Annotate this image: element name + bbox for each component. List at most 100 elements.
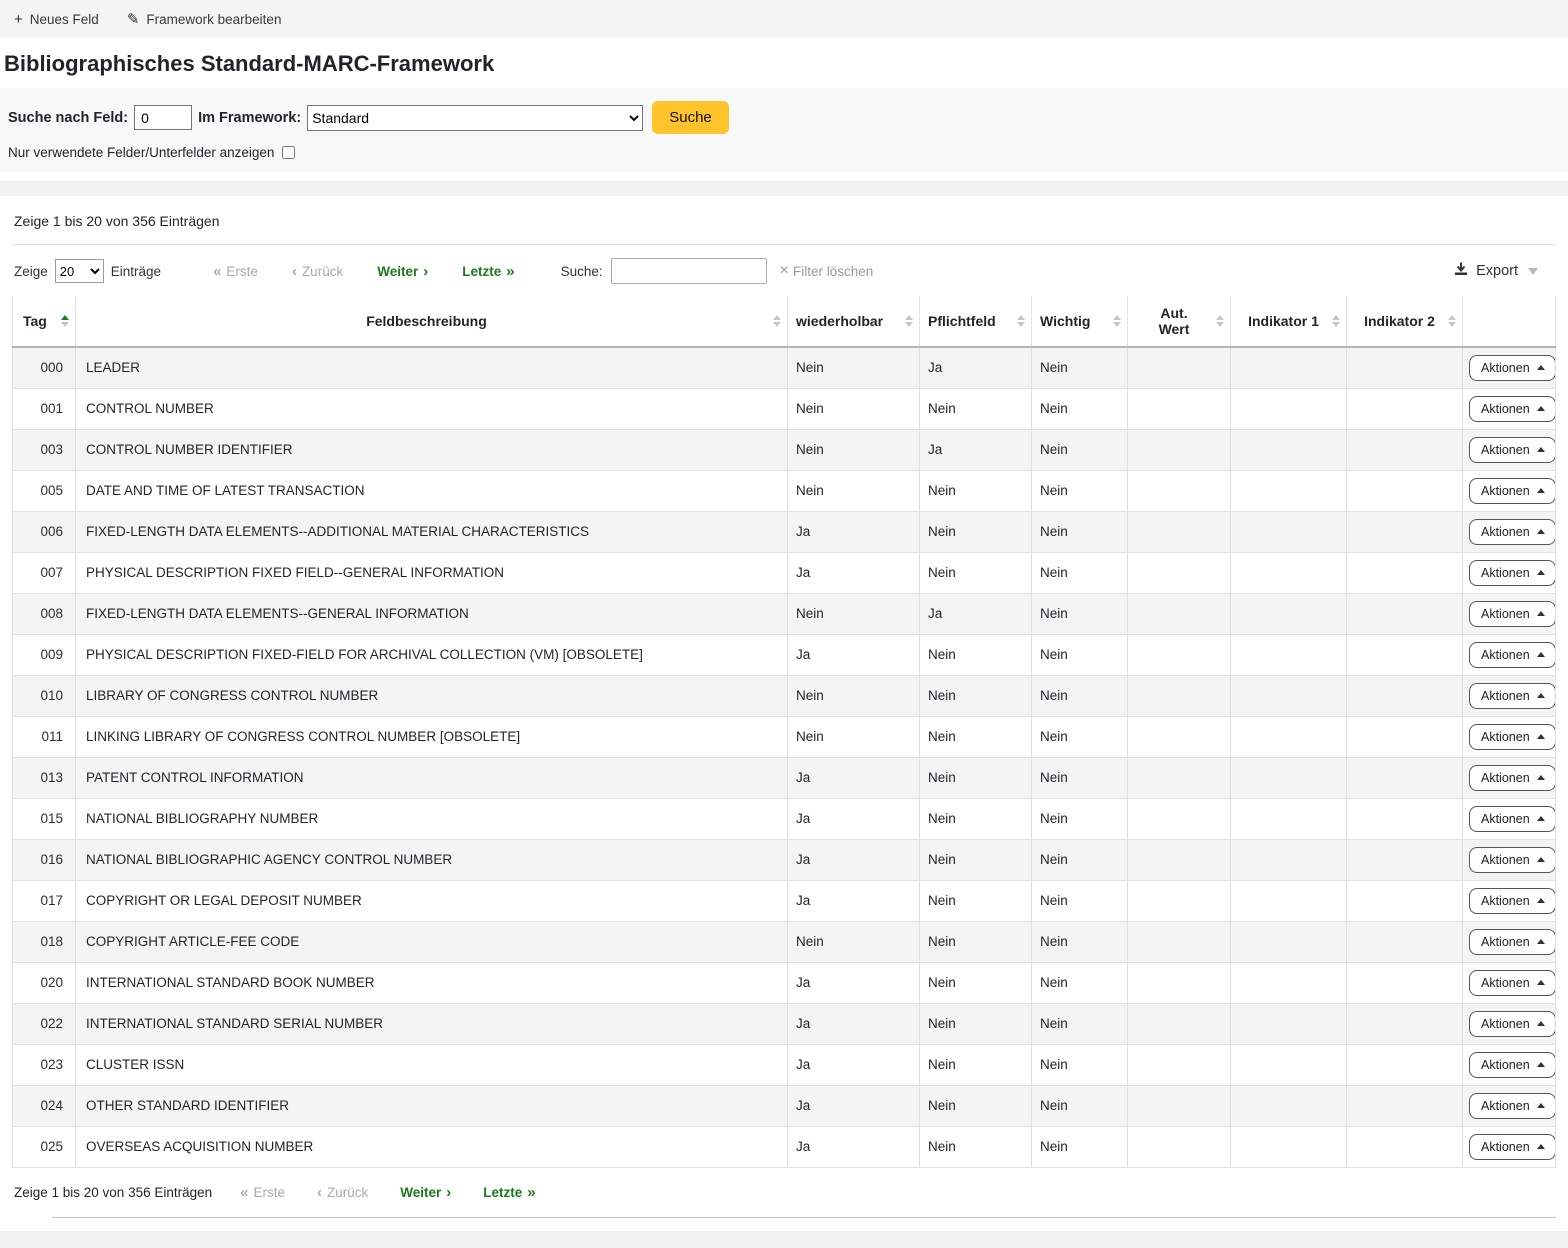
- next-page-button[interactable]: Weiter ›: [377, 263, 428, 280]
- aktionen-label: Aktionen: [1481, 812, 1530, 826]
- aktionen-button[interactable]: Aktionen: [1469, 1134, 1556, 1160]
- column-header-description[interactable]: Feldbeschreibung: [76, 296, 788, 347]
- important-cell: Nein: [1032, 716, 1128, 757]
- aktionen-button[interactable]: Aktionen: [1469, 437, 1556, 463]
- authorized-value-cell: [1128, 470, 1231, 511]
- aktionen-button[interactable]: Aktionen: [1469, 642, 1556, 668]
- search-field-input[interactable]: [134, 105, 192, 130]
- first-page-button[interactable]: « Erste: [240, 1184, 285, 1201]
- indicator1-cell: [1231, 429, 1347, 470]
- description-cell: LEADER: [76, 347, 788, 388]
- aktionen-button[interactable]: Aktionen: [1469, 478, 1556, 504]
- indicator2-cell: [1347, 798, 1463, 839]
- aktionen-button[interactable]: Aktionen: [1469, 970, 1556, 996]
- framework-select[interactable]: Standard: [307, 105, 643, 131]
- mandatory-cell: Nein: [920, 962, 1032, 1003]
- column-header-indicator1[interactable]: Indikator 1: [1231, 296, 1347, 347]
- last-page-button[interactable]: Letzte »: [462, 263, 514, 280]
- previous-page-button[interactable]: ‹ Zurück: [317, 1184, 368, 1201]
- authorized-value-cell: [1128, 839, 1231, 880]
- table-row: 000LEADERNeinJaNeinAktionen: [13, 347, 1556, 388]
- sort-icon: [1216, 315, 1224, 327]
- edit-framework-button[interactable]: ✎ Framework bearbeiten: [127, 10, 282, 28]
- description-cell: INTERNATIONAL STANDARD SERIAL NUMBER: [76, 1003, 788, 1044]
- sort-icon: [1332, 315, 1340, 327]
- page-title: Bibliographisches Standard-MARC-Framewor…: [0, 38, 1568, 88]
- description-cell: CLUSTER ISSN: [76, 1044, 788, 1085]
- aktionen-button[interactable]: Aktionen: [1469, 355, 1556, 381]
- aktionen-button[interactable]: Aktionen: [1469, 724, 1556, 750]
- column-header-indicator2[interactable]: Indikator 2: [1347, 296, 1463, 347]
- important-cell: Nein: [1032, 921, 1128, 962]
- indicator1-cell: [1231, 921, 1347, 962]
- clear-filter-button[interactable]: × Filter löschen: [780, 263, 874, 279]
- indicator2-cell: [1347, 347, 1463, 388]
- table-header-row: Tag Feldbeschreibung wiederholbar Pflich…: [13, 296, 1556, 347]
- description-cell: DATE AND TIME OF LATEST TRANSACTION: [76, 470, 788, 511]
- column-header-mandatory[interactable]: Pflichtfeld: [920, 296, 1032, 347]
- authorized-value-cell: [1128, 798, 1231, 839]
- aktionen-button[interactable]: Aktionen: [1469, 1093, 1556, 1119]
- search-field-label: Suche nach Feld:: [8, 110, 128, 126]
- repeatable-cell: Ja: [788, 839, 920, 880]
- column-header-important[interactable]: Wichtig: [1032, 296, 1128, 347]
- column-header-repeatable[interactable]: wiederholbar: [788, 296, 920, 347]
- next-page-button[interactable]: Weiter ›: [400, 1184, 451, 1201]
- pagination-bottom: « Erste ‹ Zurück Weiter › Letzte »: [240, 1184, 536, 1201]
- actions-cell: Aktionen: [1463, 1126, 1556, 1167]
- aktionen-button[interactable]: Aktionen: [1469, 765, 1556, 791]
- search-submit-button[interactable]: Suche: [652, 101, 729, 134]
- export-button[interactable]: Export: [1453, 261, 1556, 281]
- previous-page-button[interactable]: ‹ Zurück: [292, 263, 343, 280]
- aktionen-button[interactable]: Aktionen: [1469, 519, 1556, 545]
- mandatory-cell: Nein: [920, 1126, 1032, 1167]
- tag-cell: 001: [13, 388, 76, 429]
- indicator2-cell: [1347, 1044, 1463, 1085]
- page-length-select[interactable]: 20: [55, 259, 104, 283]
- column-header-tag[interactable]: Tag: [13, 296, 76, 347]
- aktionen-button[interactable]: Aktionen: [1469, 601, 1556, 627]
- filter-search-label: Suche:: [561, 264, 603, 279]
- entries-label: Einträge: [111, 264, 161, 279]
- aktionen-button[interactable]: Aktionen: [1469, 560, 1556, 586]
- used-fields-checkbox[interactable]: [282, 146, 295, 159]
- mandatory-cell: Nein: [920, 757, 1032, 798]
- authorized-value-cell: [1128, 1126, 1231, 1167]
- tag-cell: 010: [13, 675, 76, 716]
- table-row: 017COPYRIGHT OR LEGAL DEPOSIT NUMBERJaNe…: [13, 880, 1556, 921]
- important-cell: Nein: [1032, 593, 1128, 634]
- caret-up-icon: [1537, 529, 1545, 534]
- aktionen-label: Aktionen: [1481, 771, 1530, 785]
- table-row: 011LINKING LIBRARY OF CONGRESS CONTROL N…: [13, 716, 1556, 757]
- indicator1-cell: [1231, 593, 1347, 634]
- pagination-top: « Erste ‹ Zurück Weiter › Letzte »: [213, 263, 515, 280]
- new-field-button[interactable]: + Neues Feld: [14, 11, 99, 28]
- indicator1-cell: [1231, 839, 1347, 880]
- aktionen-label: Aktionen: [1481, 484, 1530, 498]
- mandatory-cell: Nein: [920, 675, 1032, 716]
- indicator1-cell: [1231, 634, 1347, 675]
- download-icon: [1453, 261, 1469, 281]
- tag-cell: 024: [13, 1085, 76, 1126]
- aktionen-button[interactable]: Aktionen: [1469, 396, 1556, 422]
- repeatable-cell: Ja: [788, 962, 920, 1003]
- aktionen-label: Aktionen: [1481, 566, 1530, 580]
- table-row: 018COPYRIGHT ARTICLE-FEE CODENeinNeinNei…: [13, 921, 1556, 962]
- aktionen-button[interactable]: Aktionen: [1469, 847, 1556, 873]
- aktionen-button[interactable]: Aktionen: [1469, 888, 1556, 914]
- last-page-button[interactable]: Letzte »: [483, 1184, 535, 1201]
- tag-cell: 008: [13, 593, 76, 634]
- first-page-button[interactable]: « Erste: [213, 263, 258, 280]
- aktionen-label: Aktionen: [1481, 853, 1530, 867]
- aktionen-button[interactable]: Aktionen: [1469, 929, 1556, 955]
- caret-up-icon: [1537, 693, 1545, 698]
- chevron-right-icon: ›: [446, 1184, 451, 1201]
- aktionen-button[interactable]: Aktionen: [1469, 806, 1556, 832]
- filter-search-input[interactable]: [611, 258, 767, 284]
- aktionen-button[interactable]: Aktionen: [1469, 683, 1556, 709]
- aktionen-button[interactable]: Aktionen: [1469, 1011, 1556, 1037]
- aktionen-button[interactable]: Aktionen: [1469, 1052, 1556, 1078]
- double-chevron-right-icon: »: [527, 1184, 535, 1201]
- column-header-authorized-value[interactable]: Aut. Wert: [1128, 296, 1231, 347]
- indicator2-cell: [1347, 839, 1463, 880]
